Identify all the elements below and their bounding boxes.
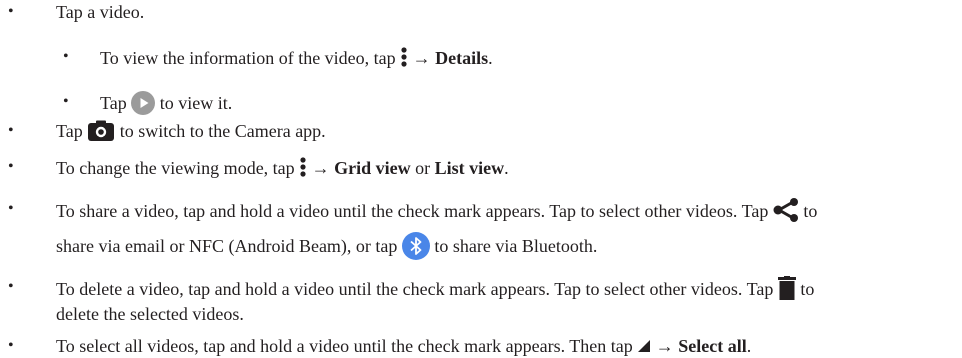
dropdown-triangle-icon <box>638 340 651 352</box>
list-item: To select all videos, tap and hold a vid… <box>56 335 751 357</box>
item-text: To share a video, tap and hold a video u… <box>56 201 773 221</box>
bullet: • <box>63 93 69 110</box>
item-text: Tap a video. <box>56 2 145 22</box>
item-text: To select all videos, tap and hold a vid… <box>56 336 638 356</box>
item-text: . <box>746 336 752 356</box>
arrow: → <box>412 48 431 68</box>
list-item: Tap to switch to the Camera app. <box>56 120 326 142</box>
list-item-continuation: share via email or NFC (Android Beam), o… <box>56 232 597 260</box>
item-text: To view the information of the video, ta… <box>100 48 401 68</box>
trash-icon <box>777 276 796 300</box>
list-item: Tap to view it. <box>100 91 232 115</box>
item-text: Tap <box>100 93 132 113</box>
more-vert-icon <box>300 157 306 177</box>
bullet: • <box>8 158 14 175</box>
details-label: Details <box>435 48 489 68</box>
item-text: . <box>488 48 493 68</box>
list-view-label: List view <box>434 158 505 178</box>
more-vert-icon <box>401 47 407 67</box>
item-text: to view it. <box>159 93 233 113</box>
share-icon <box>773 198 798 222</box>
item-text: To change the viewing mode, tap <box>56 158 300 178</box>
arrow: → <box>655 336 674 356</box>
bullet: • <box>8 200 14 217</box>
item-text: to <box>803 201 818 221</box>
grid-view-label: Grid view <box>334 158 411 178</box>
item-text: to <box>800 279 815 299</box>
select-all-label: Select all <box>678 336 747 356</box>
item-text: delete the selected videos. <box>56 304 244 324</box>
list-item: To share a video, tap and hold a video u… <box>56 198 817 222</box>
item-text: to switch to the Camera app. <box>119 121 326 141</box>
bullet: • <box>63 48 69 65</box>
item-text: or <box>410 158 435 178</box>
list-item: To change the viewing mode, tap → Grid v… <box>56 156 509 179</box>
list-item: To view the information of the video, ta… <box>100 46 493 69</box>
play-icon <box>131 91 156 115</box>
bullet: • <box>8 3 14 20</box>
camera-icon <box>88 120 115 141</box>
arrow: → <box>311 158 330 178</box>
list-item: Tap a video. <box>56 1 144 23</box>
bullet: • <box>8 278 14 295</box>
bullet: • <box>8 122 14 139</box>
item-text: share via email or NFC (Android Beam), o… <box>56 236 402 256</box>
item-text: . <box>504 158 509 178</box>
document-page: • Tap a video. • To view the information… <box>0 0 962 358</box>
list-item-continuation: delete the selected videos. <box>56 303 244 325</box>
item-text: Tap <box>56 121 88 141</box>
item-text: To delete a video, tap and hold a video … <box>56 279 778 299</box>
item-text: to share via Bluetooth. <box>434 236 598 256</box>
list-item: To delete a video, tap and hold a video … <box>56 276 814 300</box>
bullet: • <box>8 337 14 354</box>
bluetooth-icon <box>401 232 430 260</box>
